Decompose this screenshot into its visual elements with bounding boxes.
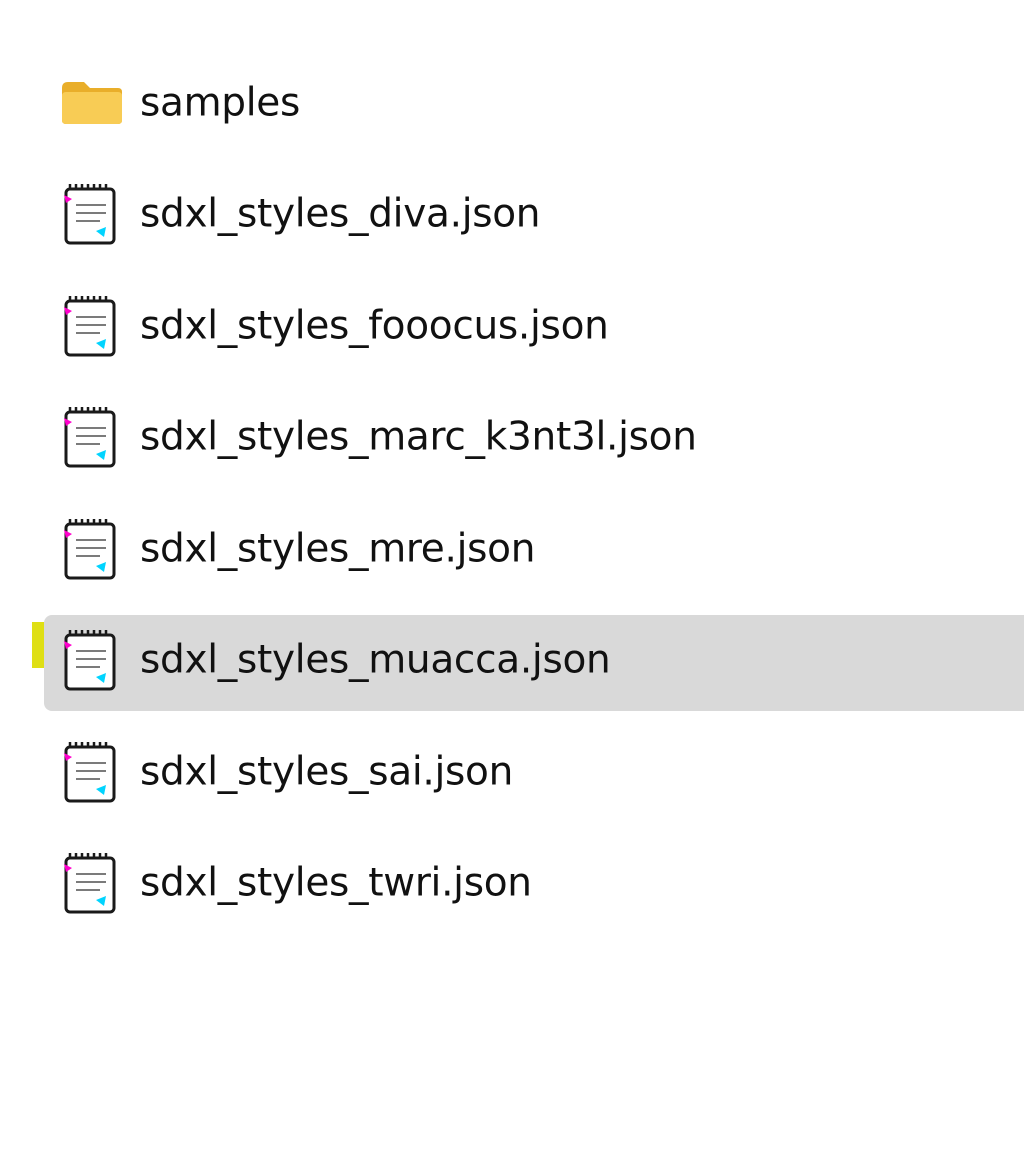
folder-icon bbox=[60, 68, 124, 138]
list-item-folder-samples[interactable]: samples bbox=[0, 47, 1024, 159]
json-file-icon bbox=[60, 737, 124, 807]
file-name: sdxl_styles_mre.json bbox=[140, 526, 536, 572]
list-item-file-selected[interactable]: sdxl_styles_muacca.json bbox=[0, 605, 1024, 717]
json-file-icon bbox=[60, 848, 124, 918]
file-name: sdxl_styles_twri.json bbox=[140, 860, 532, 906]
file-name: samples bbox=[140, 80, 301, 126]
json-file-icon bbox=[60, 514, 124, 584]
file-name: sdxl_styles_fooocus.json bbox=[140, 303, 609, 349]
json-file-icon bbox=[60, 291, 124, 361]
list-item-file[interactable]: sdxl_styles_sai.json bbox=[0, 716, 1024, 828]
json-file-icon bbox=[60, 625, 124, 695]
list-item-file[interactable]: sdxl_styles_fooocus.json bbox=[0, 270, 1024, 382]
json-file-icon bbox=[60, 179, 124, 249]
list-item-file[interactable]: sdxl_styles_diva.json bbox=[0, 159, 1024, 271]
file-name: sdxl_styles_marc_k3nt3l.json bbox=[140, 414, 697, 460]
json-file-icon bbox=[60, 402, 124, 472]
file-name: sdxl_styles_muacca.json bbox=[140, 637, 611, 683]
list-item-file[interactable]: sdxl_styles_marc_k3nt3l.json bbox=[0, 382, 1024, 494]
list-item-file[interactable]: sdxl_styles_mre.json bbox=[0, 493, 1024, 605]
file-name: sdxl_styles_sai.json bbox=[140, 749, 514, 795]
list-item-file[interactable]: sdxl_styles_twri.json bbox=[0, 828, 1024, 940]
file-list: samples sdxl_styles_diva.json sdxl_style… bbox=[0, 47, 1024, 939]
file-name: sdxl_styles_diva.json bbox=[140, 191, 541, 237]
